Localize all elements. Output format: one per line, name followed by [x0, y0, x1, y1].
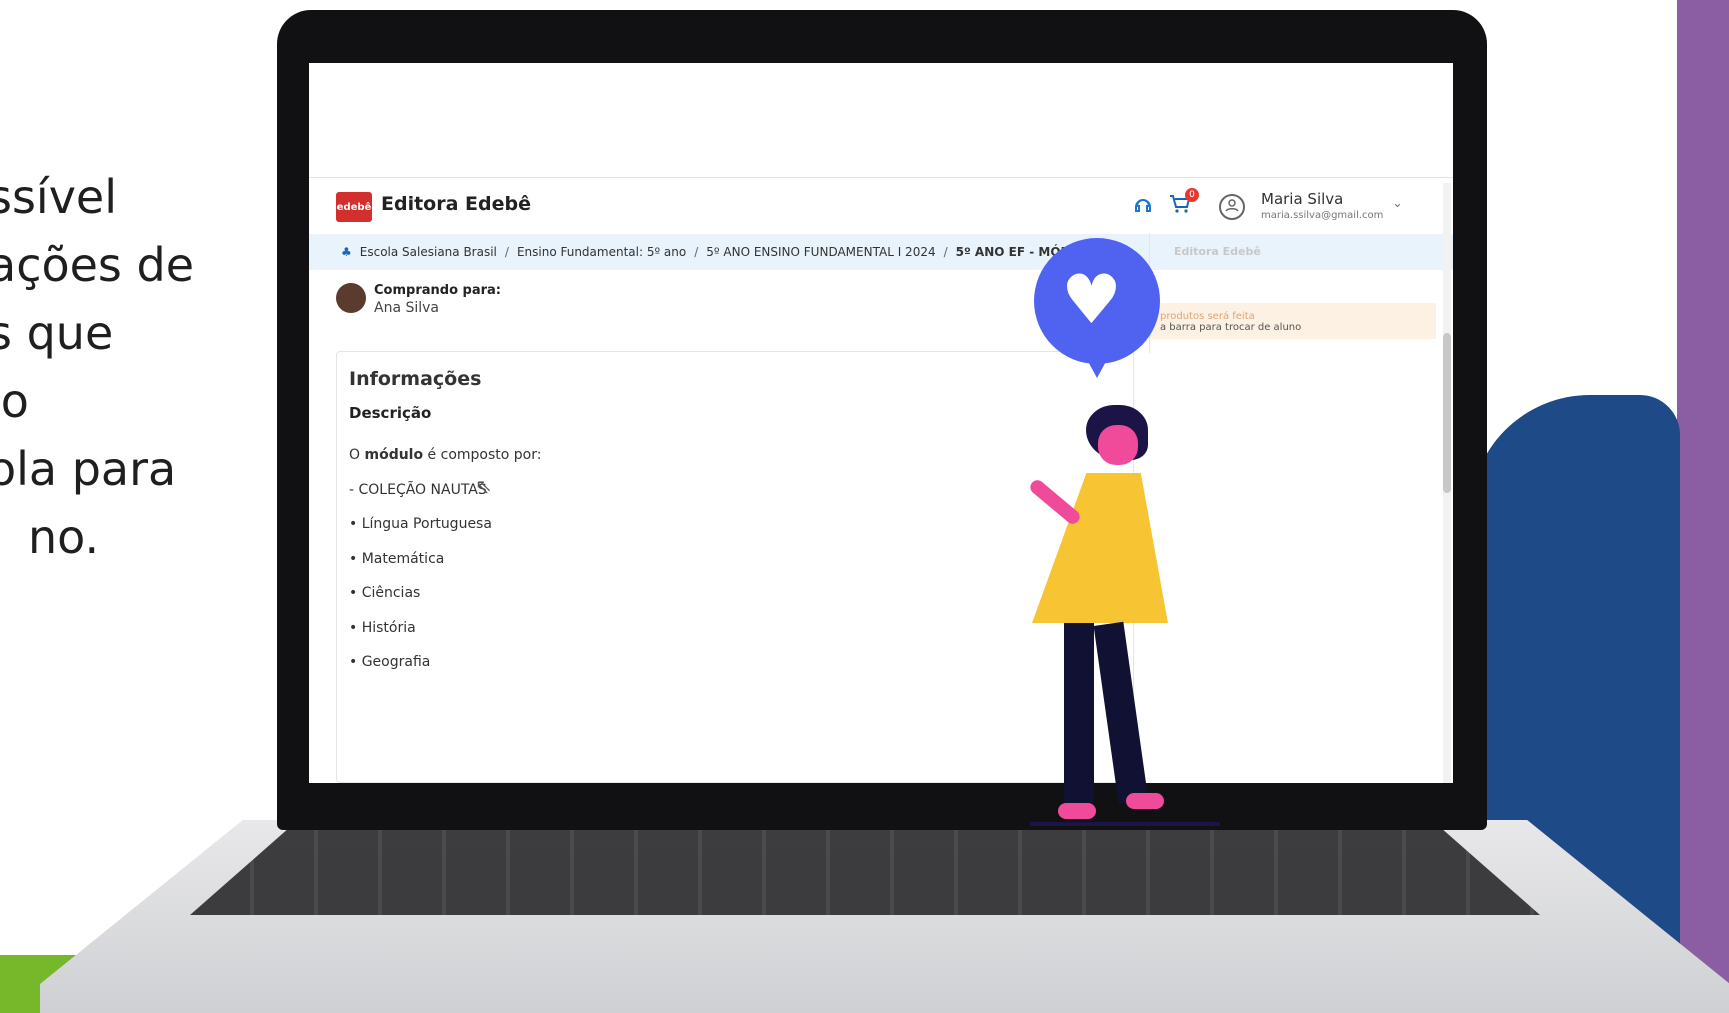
user-email: maria.ssilva@gmail.com	[1261, 210, 1384, 221]
heart-bubble-tail	[1084, 354, 1110, 378]
side-caption-line: lo	[0, 374, 29, 428]
notice-line: produtos será feita	[1160, 311, 1255, 322]
person-leg-right	[1093, 621, 1149, 805]
student-name: Ana Silva	[374, 300, 440, 316]
description-body: O módulo é composto por: - COLEÇÃO NAUTA…	[349, 447, 541, 689]
description-intro: O módulo é composto por:	[349, 447, 542, 463]
side-caption: ssível ações de s que lo ola para no.	[0, 163, 194, 571]
description-title[interactable]: Descrição	[349, 404, 431, 422]
description-item: • Geografia	[349, 654, 431, 670]
notice-line: a barra para trocar de aluno	[1160, 322, 1302, 333]
app-header: edebê Editora Edebê 0 Maria Silva maria.…	[309, 177, 1453, 235]
floor-line	[1030, 822, 1220, 826]
cart-count-badge: 0	[1185, 188, 1199, 202]
student-avatar	[336, 283, 366, 313]
person-arm	[1027, 477, 1083, 527]
headset-icon[interactable]	[1133, 196, 1155, 218]
buying-for-label: Comprando para:	[374, 283, 501, 298]
person-illustration	[1020, 405, 1190, 825]
breadcrumb-separator: /	[943, 245, 948, 259]
description-item: - COLEÇÃO NAUTAS	[349, 481, 487, 498]
mouse-cursor-icon: ⇖	[475, 474, 492, 498]
info-title: Informações	[349, 368, 482, 390]
brand-logo[interactable]: edebê	[336, 192, 372, 222]
school-icon: ♣	[341, 245, 352, 259]
info-card: Informações Descrição ⌃ O módulo é compo…	[336, 351, 1134, 783]
purple-background-strip	[1677, 0, 1729, 1013]
description-item: • Língua Portuguesa	[349, 516, 492, 532]
person-leg-left	[1064, 623, 1094, 813]
description-item: • Ciências	[349, 585, 421, 601]
user-avatar-icon[interactable]	[1219, 194, 1245, 220]
description-item: • História	[349, 619, 416, 636]
side-caption-line: ações de	[0, 238, 195, 292]
scrollbar[interactable]	[1443, 183, 1451, 783]
heart-icon: ♥	[1061, 261, 1122, 340]
breadcrumb-item[interactable]: Escola Salesiana Brasil	[360, 245, 497, 259]
chevron-down-icon[interactable]: ⌄	[1392, 196, 1403, 211]
description-item: • Matemática	[349, 550, 445, 567]
brand-name[interactable]: Editora Edebê	[381, 193, 531, 215]
browser-screen: edebê Editora Edebê 0 Maria Silva maria.…	[309, 63, 1453, 783]
person-shoe-right	[1126, 793, 1164, 809]
side-caption-line: no.	[28, 510, 100, 564]
laptop-keyboard	[190, 820, 1540, 915]
breadcrumb-item[interactable]: 5º ANO ENSINO FUNDAMENTAL I 2024	[706, 245, 935, 259]
side-caption-line: ola para	[0, 442, 177, 496]
user-name[interactable]: Maria Silva	[1261, 190, 1343, 208]
breadcrumb-item[interactable]: Ensino Fundamental: 5º ano	[517, 245, 686, 259]
breadcrumb-separator: /	[694, 245, 699, 259]
side-panel: Editora Edebê produtos será feita a barr…	[1149, 233, 1436, 353]
side-caption-line: s que	[0, 306, 114, 360]
person-face	[1098, 425, 1138, 465]
person-shoe-left	[1058, 803, 1096, 819]
breadcrumb-separator: /	[504, 245, 509, 259]
side-caption-line: ssível	[0, 170, 118, 224]
student-switch-notice: produtos será feita a barra para trocar …	[1150, 303, 1436, 339]
side-panel-header: Editora Edebê	[1174, 245, 1261, 258]
scrollbar-thumb[interactable]	[1443, 333, 1451, 493]
